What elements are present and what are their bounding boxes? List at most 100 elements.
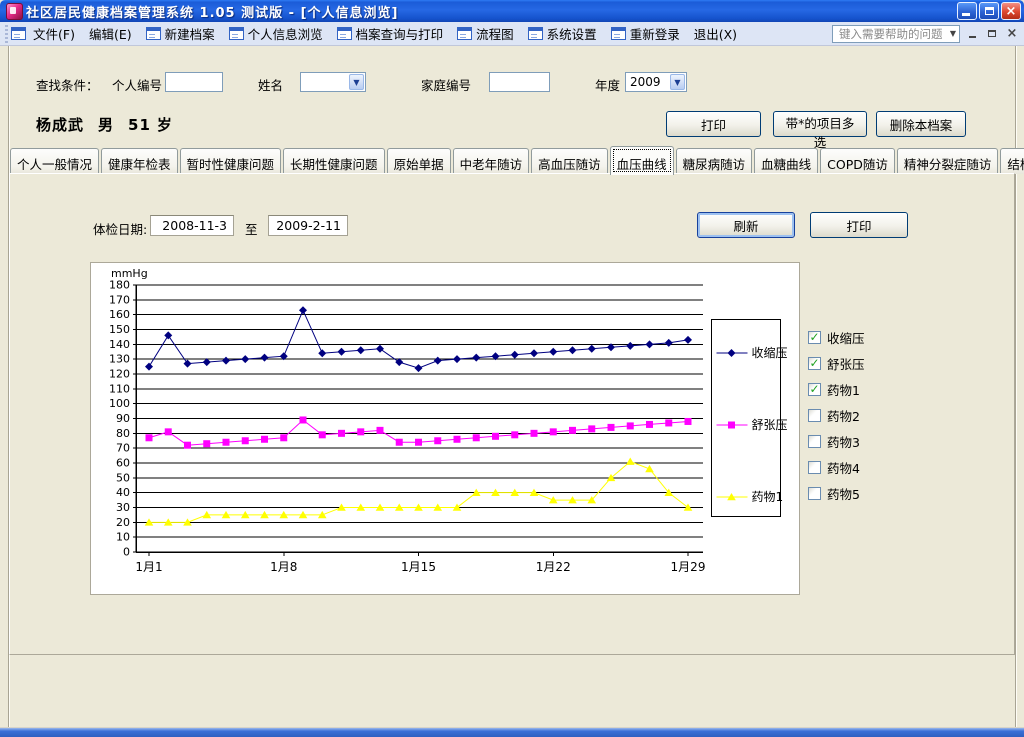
svg-text:1月1: 1月1 bbox=[135, 560, 162, 574]
tab-10[interactable]: COPD随访 bbox=[820, 148, 895, 174]
menu-item-label: 文件(F) bbox=[33, 24, 75, 43]
date-from-input[interactable]: 2008-11-3 bbox=[150, 215, 234, 236]
menu-item-1[interactable]: 编辑(E) bbox=[82, 21, 139, 46]
tab-12[interactable]: 结核病随访 bbox=[1000, 148, 1024, 174]
menu-item-label: 重新登录 bbox=[630, 24, 680, 43]
family-id-input[interactable] bbox=[489, 72, 550, 92]
multiselect-button[interactable]: 带*的项目多选 bbox=[773, 111, 867, 137]
blood-pressure-chart: 0102030405060708090100110120130140150160… bbox=[90, 262, 800, 595]
toolbar-grip[interactable] bbox=[5, 25, 8, 43]
app-icon bbox=[6, 3, 23, 20]
menu-item-4[interactable]: 档案查询与打印 bbox=[330, 21, 451, 46]
series-toggle-label: 药物3 bbox=[827, 432, 860, 451]
patient-age: 51 bbox=[128, 116, 151, 134]
series-toggle-label: 药物4 bbox=[827, 458, 860, 477]
svg-text:70: 70 bbox=[116, 442, 130, 455]
checkbox-icon[interactable] bbox=[808, 461, 821, 474]
tab-3[interactable]: 长期性健康问题 bbox=[283, 148, 385, 174]
personal-id-label: 个人编号 bbox=[112, 75, 162, 94]
svg-text:10: 10 bbox=[116, 531, 130, 544]
svg-text:110: 110 bbox=[109, 382, 130, 395]
series-toggle-5[interactable]: 药物4 bbox=[808, 454, 918, 480]
menu-item-2[interactable]: 新建档案 bbox=[139, 21, 222, 46]
close-button[interactable]: × bbox=[1001, 2, 1021, 20]
series-toggle-label: 舒张压 bbox=[827, 354, 865, 373]
restore-icon bbox=[985, 7, 994, 15]
date-to-label: 至 bbox=[245, 219, 258, 238]
svg-text:90: 90 bbox=[116, 412, 130, 425]
tab-4[interactable]: 原始单据 bbox=[387, 148, 451, 174]
checkbox-icon[interactable] bbox=[808, 487, 821, 500]
menu-item-label: 系统设置 bbox=[547, 24, 597, 43]
tab-5[interactable]: 中老年随访 bbox=[453, 148, 530, 174]
menu-item-5[interactable]: 流程图 bbox=[450, 21, 521, 46]
series-toggle-6[interactable]: 药物5 bbox=[808, 480, 918, 506]
tab-2[interactable]: 暂时性健康问题 bbox=[180, 148, 282, 174]
svg-text:170: 170 bbox=[109, 293, 130, 306]
series-toggle-4[interactable]: 药物3 bbox=[808, 428, 918, 454]
close-icon: × bbox=[1007, 27, 1018, 40]
checkbox-checked-icon[interactable]: ✓ bbox=[808, 331, 821, 344]
svg-text:1月29: 1月29 bbox=[671, 560, 706, 574]
tab-8[interactable]: 糖尿病随访 bbox=[676, 148, 753, 174]
series-checkbox-list: ✓收缩压✓舒张压✓药物1药物2药物3药物4药物5 bbox=[808, 324, 918, 506]
svg-text:0: 0 bbox=[123, 546, 130, 559]
checkbox-checked-icon[interactable]: ✓ bbox=[808, 357, 821, 370]
svg-text:160: 160 bbox=[109, 308, 130, 321]
refresh-button[interactable]: 刷新 bbox=[697, 212, 795, 238]
svg-text:100: 100 bbox=[109, 397, 130, 410]
tab-0[interactable]: 个人一般情况 bbox=[10, 148, 99, 174]
series-toggle-3[interactable]: 药物2 bbox=[808, 402, 918, 428]
menu-item-0[interactable]: 文件(F) bbox=[26, 21, 82, 46]
restore-button[interactable] bbox=[979, 2, 999, 20]
app-window: 社区居民健康档案管理系统 1.05 测试版 - [个人信息浏览] × 文件(F)… bbox=[0, 0, 1024, 737]
window-controls: × bbox=[957, 2, 1021, 20]
form-icon bbox=[337, 27, 352, 40]
delete-record-button[interactable]: 删除本档案 bbox=[876, 111, 966, 137]
mdi-restore-button[interactable] bbox=[984, 27, 1000, 41]
svg-text:收缩压: 收缩压 bbox=[752, 345, 788, 360]
svg-text:30: 30 bbox=[116, 501, 130, 514]
personal-id-input[interactable] bbox=[165, 72, 223, 92]
chevron-down-icon[interactable]: ▼ bbox=[670, 74, 685, 90]
tab-7[interactable]: 血压曲线 bbox=[610, 146, 674, 175]
date-to-input[interactable]: 2009-2-11 bbox=[268, 215, 348, 236]
checkbox-icon[interactable] bbox=[808, 435, 821, 448]
print-chart-button[interactable]: 打印 bbox=[810, 212, 908, 238]
checkbox-checked-icon[interactable]: ✓ bbox=[808, 383, 821, 396]
menu-item-6[interactable]: 系统设置 bbox=[521, 21, 604, 46]
menu-item-7[interactable]: 重新登录 bbox=[604, 21, 687, 46]
menu-items: 文件(F) 编辑(E) 新建档案个人信息浏览档案查询与打印流程图 系统设置 重新登录退出… bbox=[26, 21, 744, 46]
svg-text:40: 40 bbox=[116, 486, 130, 499]
name-select[interactable]: ▼ bbox=[300, 72, 366, 92]
menu-bar-right: ▼ × bbox=[832, 25, 1020, 43]
close-icon: × bbox=[1006, 5, 1017, 18]
series-toggle-label: 药物1 bbox=[827, 380, 860, 399]
dropdown-arrow-icon[interactable]: ▼ bbox=[947, 29, 959, 38]
restore-icon bbox=[988, 30, 996, 37]
tab-9[interactable]: 血糖曲线 bbox=[754, 148, 818, 174]
form-icon[interactable] bbox=[11, 27, 26, 40]
year-select[interactable]: 2009 ▼ bbox=[625, 72, 687, 92]
series-toggle-2[interactable]: ✓ 药物1 bbox=[808, 376, 918, 402]
tab-11[interactable]: 精神分裂症随访 bbox=[897, 148, 999, 174]
checkbox-icon[interactable] bbox=[808, 409, 821, 422]
tab-1[interactable]: 健康年检表 bbox=[101, 148, 178, 174]
chevron-down-icon[interactable]: ▼ bbox=[349, 74, 364, 90]
svg-text:120: 120 bbox=[109, 368, 130, 381]
menu-item-3[interactable]: 个人信息浏览 bbox=[222, 21, 330, 46]
series-toggle-label: 药物2 bbox=[827, 406, 860, 425]
patient-name: 杨成武 bbox=[36, 116, 84, 134]
svg-text:50: 50 bbox=[116, 471, 130, 484]
help-search-box[interactable]: ▼ bbox=[832, 25, 960, 43]
mdi-minimize-button[interactable] bbox=[964, 27, 980, 41]
series-toggle-0[interactable]: ✓收缩压 bbox=[808, 324, 918, 350]
help-search-input[interactable] bbox=[837, 26, 947, 42]
minimize-button[interactable] bbox=[957, 2, 977, 20]
mdi-close-button[interactable]: × bbox=[1004, 27, 1020, 41]
menu-item-8[interactable]: 退出(X) bbox=[687, 21, 744, 46]
tab-6[interactable]: 高血压随访 bbox=[531, 148, 608, 174]
series-toggle-1[interactable]: ✓ 舒张压 bbox=[808, 350, 918, 376]
print-button[interactable]: 打印 bbox=[666, 111, 761, 137]
menu-item-label: 编辑(E) bbox=[89, 24, 132, 43]
